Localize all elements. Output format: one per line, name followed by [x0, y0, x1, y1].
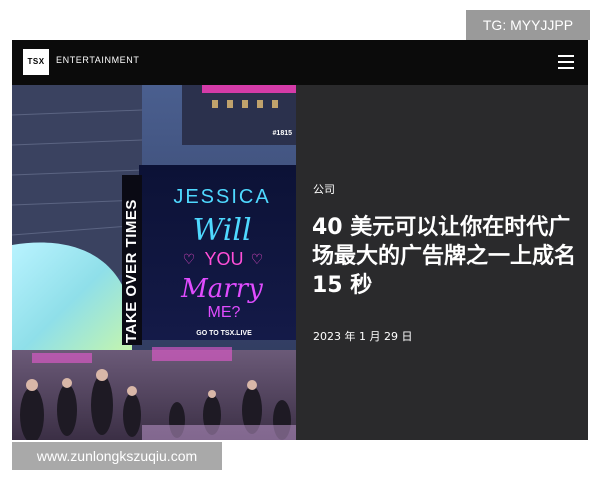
neon-you: YOU [204, 249, 243, 269]
article-card: TSX ENTERTAINMENT #1815 TAKE OVER TIMES … [12, 40, 588, 440]
url-watermark: www.zunlongkszuqiu.com [12, 442, 222, 470]
article-date: 2023 年 1 月 29 日 [313, 330, 413, 343]
article-title[interactable]: 40 美元可以让你在时代广场最大的广告牌之一上成名 15 秒 [312, 213, 582, 300]
article-info: 公司 40 美元可以让你在时代广场最大的广告牌之一上成名 15 秒 2023 年… [312, 85, 582, 440]
side-banner-text: TAKE OVER TIMES [123, 199, 140, 343]
billboard-cta: GO TO TSX.LIVE [196, 330, 252, 337]
hamburger-menu-icon[interactable] [558, 55, 574, 69]
brand-name: ENTERTAINMENT [56, 55, 140, 65]
hero-image: #1815 TAKE OVER TIMES JESSICA Will YOU ♡… [12, 85, 296, 440]
heart-icon: ♡ [183, 252, 196, 268]
neon-name: JESSICA [173, 186, 270, 208]
neon-will: Will [192, 213, 251, 248]
neon-marry: Marry [180, 274, 263, 304]
article-category[interactable]: 公司 [313, 181, 335, 197]
billboard-code: #1815 [273, 130, 293, 137]
heart-icon: ♡ [251, 252, 264, 268]
tg-watermark: TG: MYYJJPP [466, 10, 590, 40]
neon-me: ME? [208, 304, 241, 321]
tsx-logo[interactable]: TSX [23, 49, 49, 75]
top-navigation-bar: TSX ENTERTAINMENT [12, 40, 588, 85]
